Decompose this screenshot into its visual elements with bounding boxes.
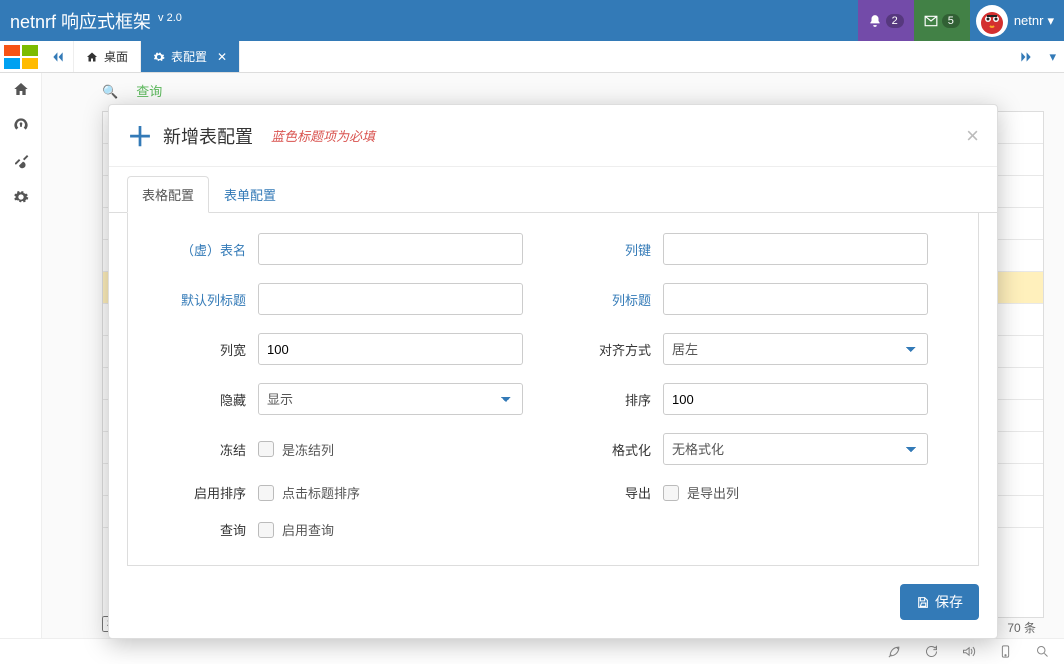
checkbox-freeze[interactable] <box>258 441 274 457</box>
label-enablesort: 启用排序 <box>148 483 258 502</box>
bell-icon <box>868 14 882 28</box>
label-coltitle: 列标题 <box>553 290 663 309</box>
pager-total: 70 条 <box>1007 619 1036 636</box>
label-colkey: 列键 <box>553 240 663 259</box>
status-mobile-icon[interactable] <box>998 644 1013 659</box>
select-align[interactable]: 居左 <box>663 333 928 365</box>
avatar[interactable] <box>976 5 1008 37</box>
label-align: 对齐方式 <box>553 340 663 359</box>
status-sound-icon[interactable] <box>961 644 976 659</box>
add-config-modal: ＋ 新增表配置 蓝色标题项为必填 × 表格配置 表单配置 （虚）表名 列键 默认… <box>108 104 998 639</box>
notif-count: 2 <box>886 14 904 28</box>
label-export: 导出 <box>553 483 663 502</box>
label-tablename: （虚）表名 <box>148 240 258 259</box>
input-defcoltitle[interactable] <box>258 283 523 315</box>
search-icon: 🔍 <box>102 84 118 99</box>
input-coltitle[interactable] <box>663 283 928 315</box>
notifications-button[interactable]: 2 <box>858 0 914 41</box>
label-order: 排序 <box>553 390 663 409</box>
plus-icon: ＋ <box>127 117 153 154</box>
status-search-icon[interactable] <box>1035 644 1050 659</box>
select-format[interactable]: 无格式化 <box>663 433 928 465</box>
nav-dashboard-icon[interactable] <box>13 117 29 133</box>
status-rocket-icon[interactable] <box>887 644 902 659</box>
toolbar-search[interactable]: 🔍查询 <box>102 84 180 99</box>
gear-icon <box>153 51 165 63</box>
app-brand: netnrf 响应式框架 v 2.0 <box>10 8 182 34</box>
checkbox-export[interactable] <box>663 485 679 501</box>
select-hidden[interactable]: 显示 <box>258 383 523 415</box>
tab-table-config[interactable]: 表配置 ✕ <box>141 41 240 72</box>
username: netnr <box>1014 13 1044 28</box>
modal-hint: 蓝色标题项为必填 <box>271 126 375 145</box>
collapse-button[interactable] <box>42 41 74 72</box>
save-button[interactable]: 保存 <box>900 584 979 620</box>
close-tab-icon[interactable]: ✕ <box>217 50 227 64</box>
nav-home-icon[interactable] <box>13 81 29 97</box>
save-icon <box>916 596 929 609</box>
checkbox-sort[interactable] <box>258 485 274 501</box>
home-icon <box>86 51 98 63</box>
tab-home[interactable]: 桌面 <box>74 41 141 72</box>
input-order[interactable] <box>663 383 928 415</box>
mail-count: 5 <box>942 14 960 28</box>
checkbox-query[interactable] <box>258 522 274 538</box>
label-defcoltitle: 默认列标题 <box>148 290 258 309</box>
tabs-forward-icon[interactable] <box>1011 50 1041 64</box>
modal-close-icon[interactable]: × <box>966 123 979 149</box>
tabs-menu-icon[interactable]: ▾ <box>1041 49 1064 65</box>
input-colkey[interactable] <box>663 233 928 265</box>
label-colwidth: 列宽 <box>148 340 258 359</box>
chevron-down-icon: ▾ <box>1047 13 1054 29</box>
modal-tab-table[interactable]: 表格配置 <box>127 176 209 213</box>
modal-title: 新增表配置 <box>163 123 253 149</box>
input-colwidth[interactable] <box>258 333 523 365</box>
label-query: 查询 <box>148 520 258 539</box>
label-format: 格式化 <box>553 440 663 459</box>
logo-tiles <box>0 41 42 73</box>
user-dropdown[interactable]: netnr ▾ <box>1014 13 1054 29</box>
messages-button[interactable]: 5 <box>914 0 970 41</box>
nav-settings-icon[interactable] <box>13 189 29 205</box>
label-freeze: 冻结 <box>148 440 258 459</box>
nav-tools-icon[interactable] <box>13 153 29 169</box>
modal-tab-form[interactable]: 表单配置 <box>209 176 291 213</box>
envelope-icon <box>924 14 938 28</box>
status-refresh-icon[interactable] <box>924 644 939 659</box>
input-tablename[interactable] <box>258 233 523 265</box>
label-hidden: 隐藏 <box>148 390 258 409</box>
